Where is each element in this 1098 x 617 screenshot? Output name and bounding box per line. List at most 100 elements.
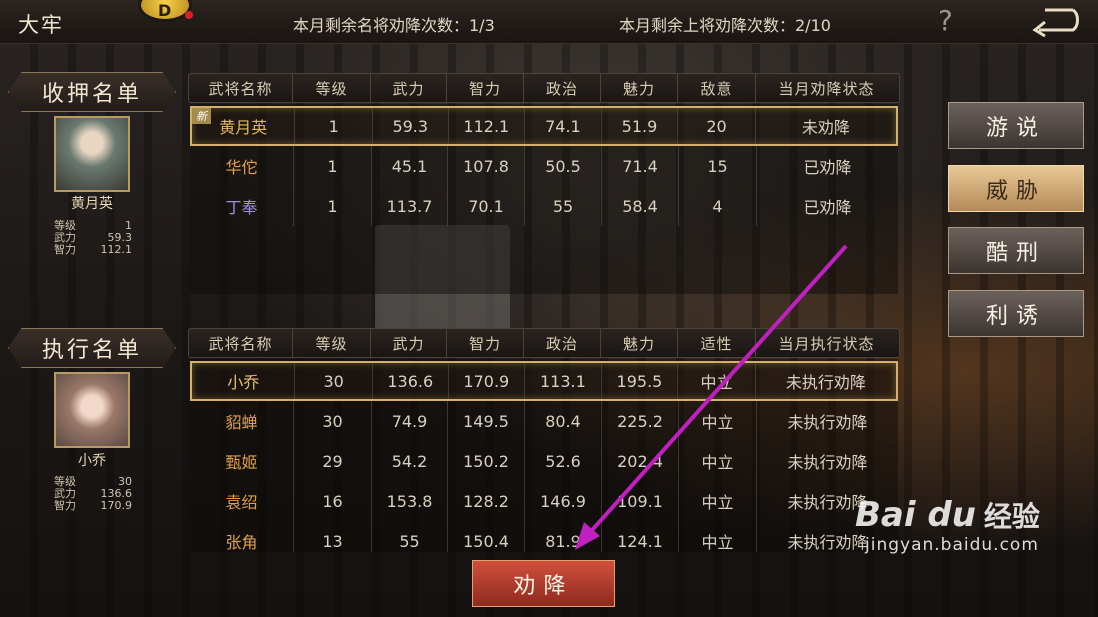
header-politics: 政治: [524, 74, 601, 102]
selected-detainee-stats: 等级 1 武力 59.3 智力 112.1: [54, 219, 132, 256]
header-hostility: 敌意: [678, 74, 756, 102]
row-hostility: 15: [679, 146, 757, 186]
row-level: 13: [294, 521, 372, 552]
row-politics: 50.5: [525, 146, 602, 186]
row-intel: 170.9: [449, 363, 526, 399]
row-politics: 80.4: [525, 401, 602, 441]
table-row[interactable]: 袁绍 16 153.8 128.2 146.9 109.1 中立 未执行劝降: [190, 481, 898, 521]
row-status: 未执行劝降: [787, 413, 868, 432]
row-name: 华佗: [190, 146, 294, 186]
execute-section-title: 执行名单: [8, 328, 176, 368]
persuade-button[interactable]: 游说: [948, 102, 1084, 149]
row-name: 貂蝉: [190, 401, 294, 441]
header-intel: 智力: [447, 329, 524, 357]
row-politics: 52.6: [525, 441, 602, 481]
header-status: 当月执行状态: [778, 334, 875, 353]
row-force: 54.2: [372, 441, 448, 481]
avatar[interactable]: [54, 372, 130, 448]
table-row[interactable]: 丁奉 1 113.7 70.1 55 58.4 4 已劝降: [190, 186, 898, 226]
row-name: 甄姬: [190, 441, 294, 481]
watermark: Bai du 经验 jingyan.baidu.com: [855, 495, 1095, 605]
gem-icon[interactable]: D: [138, 0, 193, 22]
table-row[interactable]: 华佗 1 45.1 107.8 50.5 71.4 15 已劝降: [190, 146, 898, 186]
row-intel: 150.2: [448, 441, 525, 481]
help-icon[interactable]: ?: [938, 4, 953, 37]
row-status: 未劝降: [801, 118, 850, 137]
watermark-logo: Bai du: [855, 495, 976, 535]
header-status: 当月劝降状态: [778, 79, 875, 98]
surrender-button[interactable]: 劝降: [472, 560, 615, 607]
gem-letter: D: [158, 1, 172, 20]
row-force: 153.8: [372, 481, 448, 521]
selected-executor-stats: 等级 30 武力 136.6 智力 170.9: [54, 475, 132, 512]
page-title: 大牢: [18, 13, 64, 37]
row-aptitude: 中立: [679, 441, 757, 481]
header-level: 等级: [293, 329, 371, 357]
detained-table: 新 黄月英 1 59.3 112.1 74.1 51.9 20 未劝降 华佗 1…: [190, 104, 898, 294]
row-politics: 74.1: [525, 108, 602, 144]
row-charm: 225.2: [602, 401, 679, 441]
torture-button[interactable]: 酷刑: [948, 227, 1084, 274]
row-status: 已劝降: [803, 198, 852, 217]
row-intel: 150.4: [448, 521, 525, 552]
selected-executor-name: 小乔: [78, 453, 106, 469]
upper-general-count: 本月剩余上将劝降次数：2/10: [619, 16, 831, 35]
detained-section-title: 收押名单: [8, 72, 176, 112]
row-politics: 81.9: [525, 521, 602, 552]
row-name: 张角: [190, 521, 294, 552]
top-bar: 大牢 D 本月剩余名将劝降次数：1/3 本月剩余上将劝降次数：2/10 ?: [0, 0, 1098, 44]
row-charm: 195.5: [602, 363, 679, 399]
table-row[interactable]: 小乔 30 136.6 170.9 113.1 195.5 中立 未执行劝降: [190, 361, 898, 401]
bribe-button[interactable]: 利诱: [948, 290, 1084, 337]
header-name: 武将名称: [189, 329, 293, 357]
table-row[interactable]: 貂蝉 30 74.9 149.5 80.4 225.2 中立 未执行劝降: [190, 401, 898, 441]
row-name: 袁绍: [190, 481, 294, 521]
row-hostility: 20: [678, 108, 756, 144]
row-aptitude: 中立: [678, 363, 756, 399]
row-status: 已劝降: [803, 158, 852, 177]
row-status: 未执行劝降: [785, 373, 866, 392]
table-row[interactable]: 张角 13 55 150.4 81.9 124.1 中立 未执行劝降: [190, 521, 898, 552]
row-politics: 146.9: [525, 481, 602, 521]
row-charm: 51.9: [602, 108, 679, 144]
table-row[interactable]: 甄姬 29 54.2 150.2 52.6 202.4 中立 未执行劝降: [190, 441, 898, 481]
threaten-button[interactable]: 威胁: [948, 165, 1084, 212]
row-aptitude: 中立: [679, 481, 757, 521]
row-force: 113.7: [372, 186, 448, 226]
header-intel: 智力: [447, 74, 524, 102]
header-politics: 政治: [524, 329, 601, 357]
row-name: 丁奉: [190, 186, 294, 226]
header-name: 武将名称: [189, 74, 293, 102]
row-force: 74.9: [372, 401, 448, 441]
row-level: 29: [294, 441, 372, 481]
row-level: 1: [295, 108, 373, 144]
header-force: 武力: [371, 74, 447, 102]
row-aptitude: 中立: [679, 401, 757, 441]
row-intel: 107.8: [448, 146, 525, 186]
table-row[interactable]: 新 黄月英 1 59.3 112.1 74.1 51.9 20 未劝降: [190, 106, 898, 146]
execute-table-header: 武将名称 等级 武力 智力 政治 魅力 适性 当月执行状态: [188, 328, 900, 358]
row-politics: 113.1: [525, 363, 602, 399]
notification-dot: [185, 11, 193, 19]
row-intel: 128.2: [448, 481, 525, 521]
row-hostility: 4: [679, 186, 757, 226]
row-level: 16: [294, 481, 372, 521]
back-icon[interactable]: [1025, 6, 1080, 38]
row-intel: 70.1: [448, 186, 525, 226]
row-charm: 58.4: [602, 186, 679, 226]
row-level: 1: [294, 186, 372, 226]
avatar[interactable]: [54, 116, 130, 192]
header-level: 等级: [293, 74, 371, 102]
header-charm: 魅力: [601, 329, 678, 357]
row-status: 未执行劝降: [787, 453, 868, 472]
row-aptitude: 中立: [679, 521, 757, 552]
row-name: 小乔: [192, 363, 296, 399]
row-charm: 202.4: [602, 441, 679, 481]
watermark-url: jingyan.baidu.com: [865, 535, 1039, 555]
famous-general-count: 本月剩余名将劝降次数：1/3: [293, 16, 495, 35]
row-level: 30: [294, 401, 372, 441]
selected-detainee-name: 黄月英: [71, 196, 113, 212]
new-badge: 新: [192, 108, 211, 124]
row-charm: 124.1: [602, 521, 679, 552]
detained-table-header: 武将名称 等级 武力 智力 政治 魅力 敌意 当月劝降状态: [188, 73, 900, 103]
